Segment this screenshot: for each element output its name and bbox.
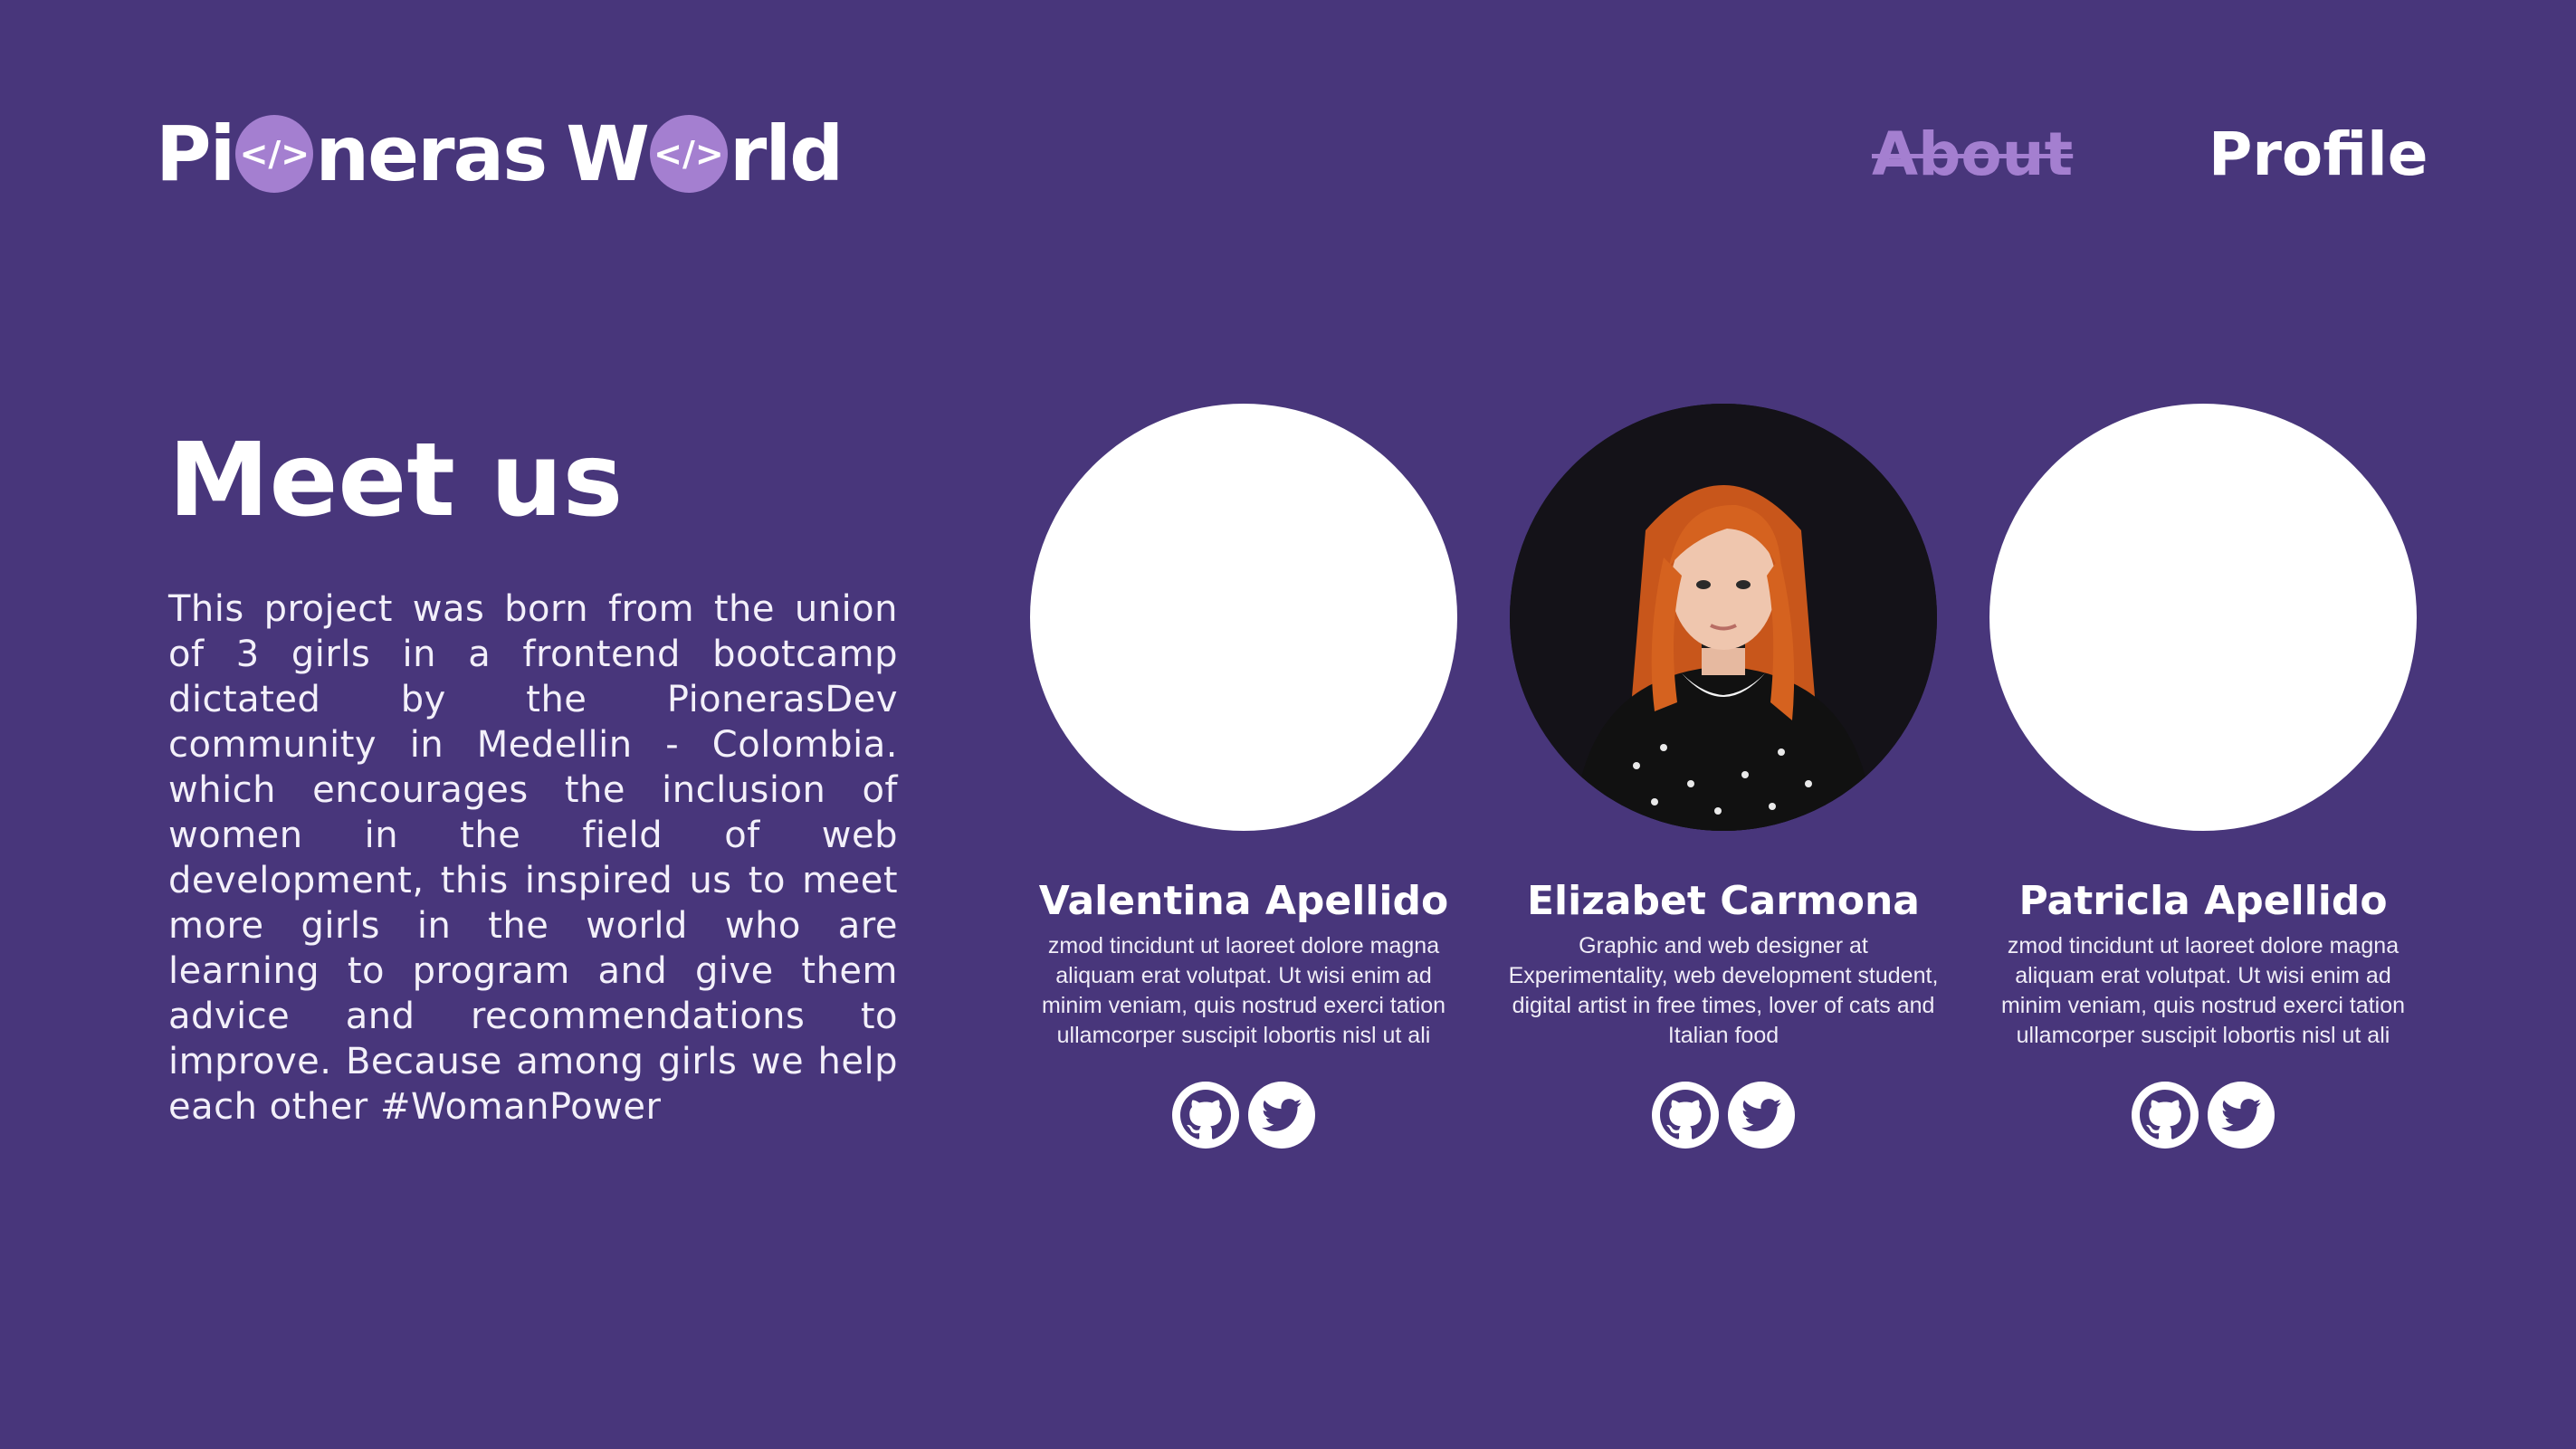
social-links (1968, 1081, 2438, 1149)
member-name: Patricla Apellido (2018, 878, 2388, 924)
logo-text-rld: rld (729, 110, 844, 198)
site-logo[interactable]: Pi </> neras W </> rld (156, 107, 844, 201)
code-badge-icon: </> (649, 115, 728, 193)
github-icon[interactable] (1652, 1081, 1719, 1149)
code-badge-icon: </> (235, 115, 314, 193)
page-title: Meet us (168, 422, 624, 539)
twitter-icon[interactable] (1248, 1081, 1315, 1149)
member-portrait (1510, 404, 1937, 831)
github-icon[interactable] (1172, 1081, 1239, 1149)
member-photo (1510, 404, 1937, 831)
nav-profile-link[interactable]: Profile (2209, 118, 2428, 190)
member-bio: zmod tincidunt ut laoreet dolore magna a… (2000, 932, 2406, 1048)
nav-about-link[interactable]: About (1872, 118, 2073, 190)
twitter-icon[interactable] (2208, 1081, 2275, 1149)
team-card: Elizabet Carmona Graphic and web designe… (1488, 404, 1959, 1149)
intro-paragraph: This project was born from the union of … (168, 588, 898, 1128)
logo-text-neras: neras (315, 110, 548, 198)
member-photo-placeholder (1030, 404, 1457, 831)
social-links (1008, 1081, 1479, 1149)
member-bio: zmod tincidunt ut laoreet dolore magna a… (1041, 932, 1446, 1048)
github-icon[interactable] (2132, 1081, 2199, 1149)
logo-text-pi: Pi (156, 110, 235, 198)
member-photo-placeholder (1989, 404, 2417, 831)
social-links (1488, 1081, 1959, 1149)
team-card: Valentina Apellido zmod tincidunt ut lao… (1008, 404, 1479, 1149)
team-card: Patricla Apellido zmod tincidunt ut laor… (1968, 404, 2438, 1149)
logo-text-w: W (566, 110, 650, 198)
member-name: Valentina Apellido (1038, 878, 1449, 924)
twitter-icon[interactable] (1728, 1081, 1795, 1149)
member-bio: Graphic and web designer at Experimental… (1508, 932, 1939, 1048)
member-name: Elizabet Carmona (1527, 878, 1920, 924)
